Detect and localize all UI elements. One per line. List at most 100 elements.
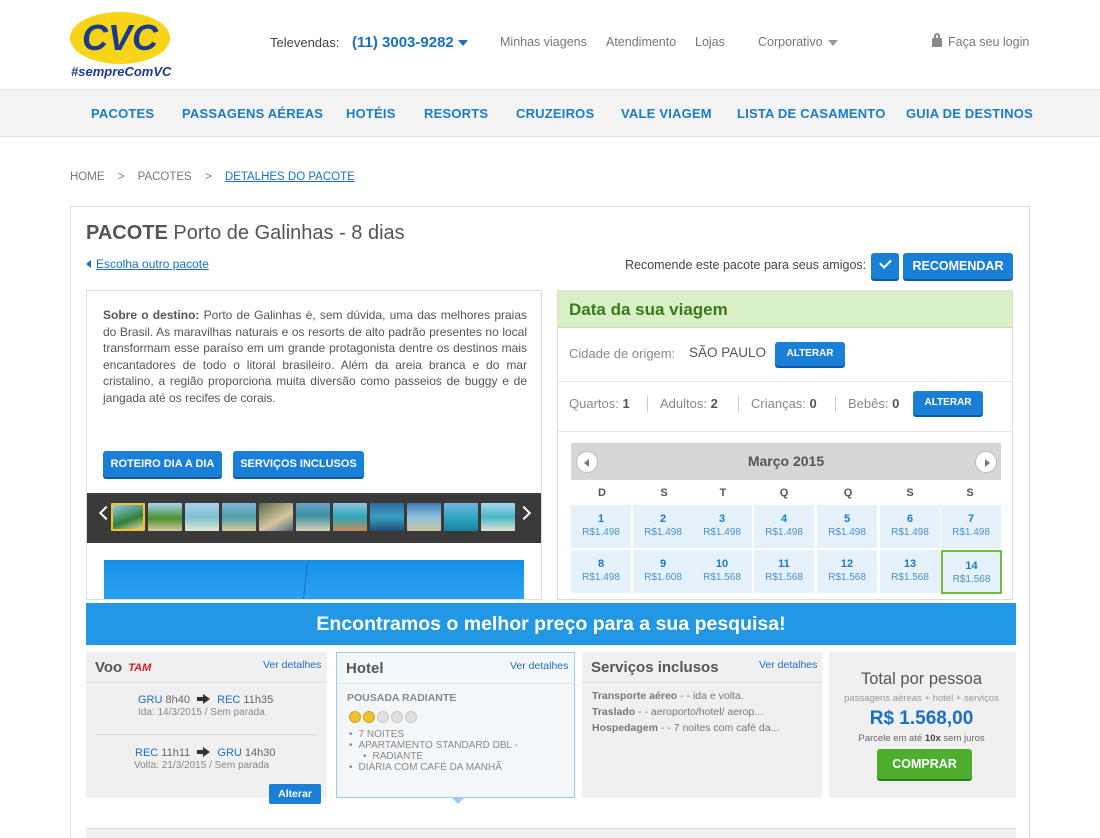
calendar-day[interactable]: 9 R$1.608 [633, 550, 694, 594]
divider [558, 431, 1012, 432]
login-label[interactable]: Faça seu login [948, 35, 1029, 49]
day-number: 14 [965, 560, 978, 572]
nav-hoteis[interactable]: HOTÉIS [346, 106, 396, 121]
back-link[interactable]: Escolha outro pacote [86, 257, 209, 271]
day-price: R$1.498 [582, 572, 620, 583]
trip-date-title: Data da sua viagem [569, 300, 728, 319]
calendar-day[interactable]: 2 R$1.498 [633, 505, 694, 549]
gallery-thumb[interactable] [259, 503, 293, 531]
calendar-day[interactable]: 8 R$1.498 [571, 550, 632, 594]
nav-guia-de-destinos[interactable]: GUIA DE DESTINOS [906, 106, 1033, 121]
gallery-thumb[interactable] [222, 503, 256, 531]
babies-field[interactable]: Bebês: 0 [848, 396, 899, 411]
flight-details-link[interactable]: Ver detalhes [263, 659, 321, 671]
weekday-label: S [966, 487, 974, 499]
check-icon[interactable] [871, 253, 899, 279]
total-price: R$ 1.568,00 [869, 708, 974, 729]
calendar-day[interactable]: 13 R$1.568 [880, 550, 941, 594]
list-item: 7 NOITES [349, 729, 518, 740]
smiley-rating-icon [363, 711, 375, 723]
calendar-day[interactable]: 12 R$1.568 [817, 550, 878, 594]
breadcrumb-current[interactable]: DETALHES DO PACOTE [225, 171, 355, 183]
service-text: - - aeroporto/hotel/ aerop... [635, 706, 764, 718]
gallery-thumb[interactable] [370, 503, 404, 531]
trip-date-header: Data da sua viagem [558, 291, 1012, 328]
chevron-down-icon[interactable] [827, 39, 838, 46]
nav-passagens-aereas[interactable]: PASSAGENS AÉREAS [182, 106, 323, 121]
divider [835, 396, 836, 412]
alter-travellers-button[interactable]: ALTERAR [913, 391, 983, 415]
rooms-field[interactable]: Quartos: 1 [569, 396, 630, 411]
link-atendimento[interactable]: Atendimento [606, 35, 676, 49]
day-price: R$1.498 [828, 527, 866, 538]
breadcrumb-home[interactable]: HOME [70, 171, 105, 183]
nav-resorts[interactable]: RESORTS [424, 106, 488, 121]
back-link-label[interactable]: Escolha outro pacote [96, 257, 209, 271]
calendar-day[interactable]: 5 R$1.498 [817, 505, 878, 549]
link-lojas[interactable]: Lojas [695, 35, 725, 49]
page-title: PACOTE Porto de Galinhas - 8 dias [86, 222, 405, 245]
breadcrumb-separator: > [117, 171, 125, 183]
calendar-day-selected[interactable]: 14 R$1.568 [941, 550, 1002, 594]
calendar-day[interactable]: 7 R$1.498 [941, 505, 1002, 549]
recommend-button[interactable]: RECOMENDAR [903, 253, 1013, 279]
rooms-label: Quartos: [569, 396, 619, 411]
calendar-day[interactable]: 4 R$1.498 [754, 505, 815, 549]
phone-number[interactable]: (11) 3003-9282 [352, 34, 454, 51]
calendar-day[interactable]: 1 R$1.498 [571, 505, 632, 549]
list-item: RADIANTE [349, 751, 518, 762]
children-field[interactable]: Crianças: 0 [751, 396, 817, 411]
day-price: R$1.498 [765, 527, 803, 538]
day-price: R$1.498 [891, 527, 929, 538]
gallery-thumb[interactable] [481, 503, 515, 531]
nav-vale-viagem[interactable]: VALE VIAGEM [621, 106, 712, 121]
calendar-day[interactable]: 3 R$1.498 [692, 505, 753, 549]
nav-pacotes[interactable]: PACOTES [91, 106, 154, 121]
services-details-link[interactable]: Ver detalhes [759, 659, 817, 671]
link-minhas-viagens[interactable]: Minhas viagens [500, 35, 587, 49]
children-label: Crianças: [751, 396, 806, 411]
gallery-thumb[interactable] [407, 503, 441, 531]
title-text: Porto de Galinhas - 8 dias [173, 222, 405, 244]
login-link[interactable]: Faça seu login [932, 33, 1029, 49]
day-price: R$1.568 [891, 572, 929, 583]
calendar-day[interactable]: 10 R$1.568 [692, 550, 753, 594]
divider [558, 381, 1012, 382]
day-number: 4 [780, 513, 788, 525]
day-number: 12 [840, 558, 854, 570]
gallery-thumb[interactable] [185, 503, 219, 531]
day-price: R$1.498 [644, 527, 682, 538]
nav-cruzeiros[interactable]: CRUZEIROS [516, 106, 594, 121]
chevron-right-icon[interactable] [516, 505, 532, 521]
service-line: Hospedagem - - 7 noites com café da... [592, 722, 779, 734]
day-price: R$1.608 [644, 572, 682, 583]
services-button[interactable]: SERVIÇOS INCLUSOS [233, 451, 364, 477]
chevron-left-icon[interactable] [86, 260, 91, 268]
day-price: R$1.568 [703, 572, 741, 583]
babies-label: Bebês: [848, 396, 889, 411]
televendas-phone[interactable]: (11) 3003-9282 [352, 34, 468, 51]
smiley-rating-icon [405, 711, 417, 723]
calendar-day[interactable]: 11 R$1.568 [754, 550, 815, 594]
gallery-thumb[interactable] [148, 503, 182, 531]
gallery-thumb[interactable] [333, 503, 367, 531]
next-month-icon[interactable] [975, 451, 997, 473]
hotel-details-link[interactable]: Ver detalhes [510, 660, 568, 672]
gallery-thumb[interactable] [111, 503, 145, 531]
chevron-down-icon[interactable] [457, 40, 468, 47]
corporate-dropdown[interactable]: Corporativo [758, 35, 838, 49]
alter-origin-button[interactable]: ALTERAR [775, 342, 845, 366]
nav-lista-de-casamento[interactable]: LISTA DE CASAMENTO [737, 106, 886, 121]
gallery-thumb[interactable] [444, 503, 478, 531]
origin-value: SÃO PAULO [689, 345, 767, 360]
gallery-thumb[interactable] [296, 503, 330, 531]
buy-button[interactable]: COMPRAR [877, 749, 972, 779]
corporate-label[interactable]: Corporativo [758, 35, 823, 49]
installments-prefix: Parcele em até [858, 733, 923, 744]
itinerary-button[interactable]: ROTEIRO DIA A DIA [103, 451, 222, 477]
next-section [86, 828, 1016, 838]
breadcrumb-pacotes[interactable]: PACOTES [138, 171, 192, 183]
alter-flight-button[interactable]: Alterar [269, 784, 321, 804]
calendar-day[interactable]: 6 R$1.498 [880, 505, 941, 549]
adults-field[interactable]: Adultos: 2 [660, 396, 718, 411]
